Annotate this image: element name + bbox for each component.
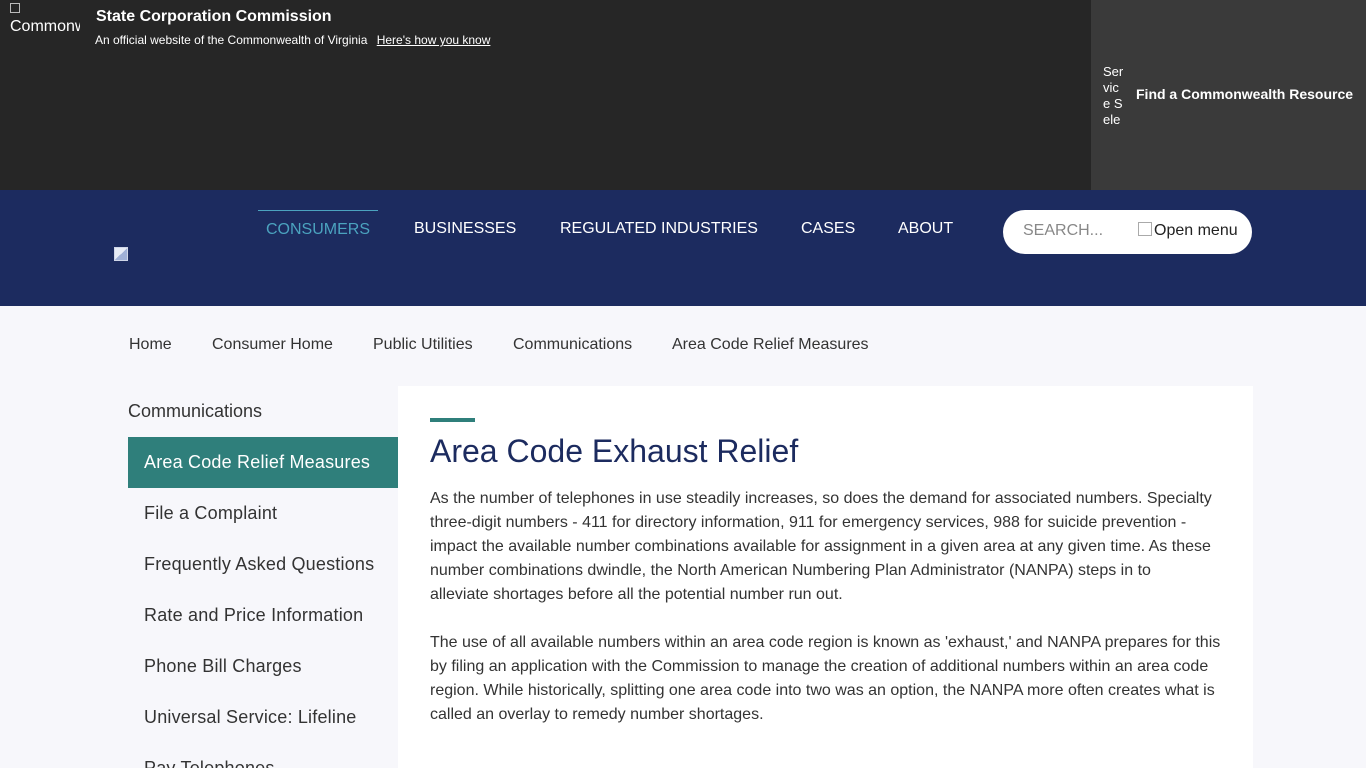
paragraph-line: called an overlay to remedy number short… xyxy=(430,706,764,723)
official-notice: An official website of the Commonwealth … xyxy=(95,33,490,47)
main-navigation: CONSUMERS BUSINESSES REGULATED INDUSTRIE… xyxy=(0,190,1366,306)
sidebar-item-area-code-relief[interactable]: Area Code Relief Measures xyxy=(128,437,398,488)
paragraph-line: As the number of telephones in use stead… xyxy=(430,490,1212,507)
sidebar-item-faq[interactable]: Frequently Asked Questions xyxy=(128,539,398,590)
agency-name: State Corporation Commission xyxy=(96,8,332,25)
nav-regulated-industries[interactable]: REGULATED INDUSTRIES xyxy=(560,210,758,250)
content-card: Area Code Exhaust Relief As the number o… xyxy=(398,386,1253,768)
breadcrumb-home[interactable]: Home xyxy=(129,336,172,354)
title-accent-bar xyxy=(430,418,475,422)
official-notice-text: An official website of the Commonwealth … xyxy=(95,33,368,47)
sidebar-item-lifeline[interactable]: Universal Service: Lifeline xyxy=(128,692,398,743)
nav-about[interactable]: ABOUT xyxy=(898,210,953,250)
search-box: Open menu xyxy=(1003,210,1252,254)
exhaust-paragraph: The use of all available numbers within … xyxy=(430,631,1230,727)
nav-businesses[interactable]: BUSINESSES xyxy=(414,210,516,250)
nav-consumers[interactable]: CONSUMERS xyxy=(258,210,379,250)
service-select-icon: Service Select Icon xyxy=(1103,64,1124,126)
broken-image-icon xyxy=(10,3,20,13)
sidebar-item-phone-bill[interactable]: Phone Bill Charges xyxy=(128,641,398,692)
paragraph-line: impact the available number combinations… xyxy=(430,538,1211,555)
commonwealth-logo-alt: Commonwealth xyxy=(10,18,80,35)
menu-icon xyxy=(1138,222,1152,236)
nav-cases[interactable]: CASES xyxy=(801,210,855,250)
scc-logo[interactable] xyxy=(114,247,130,263)
breadcrumb-public-utilities[interactable]: Public Utilities xyxy=(373,336,473,354)
page-title: Area Code Exhaust Relief xyxy=(430,433,799,469)
open-menu-button[interactable]: Open menu xyxy=(1138,222,1238,240)
official-banner: Commonwealth State Corporation Commissio… xyxy=(0,0,1366,190)
sidebar-item-file-complaint[interactable]: File a Complaint xyxy=(128,488,398,539)
sidebar-item-pay-telephones[interactable]: Pay Telephones xyxy=(128,743,398,768)
search-input[interactable] xyxy=(1023,222,1133,240)
sidebar-item-rate-price[interactable]: Rate and Price Information xyxy=(128,590,398,641)
paragraph-line: region. While historically, splitting on… xyxy=(430,682,1215,699)
breadcrumb-area-code-relief[interactable]: Area Code Relief Measures xyxy=(672,336,869,354)
paragraph-line: by filing an application with the Commis… xyxy=(430,658,1209,675)
paragraph-line: three-digit numbers - 411 for directory … xyxy=(430,514,1187,531)
broken-image-icon xyxy=(114,247,128,261)
commonwealth-logo: Commonwealth xyxy=(10,3,80,39)
resource-panel[interactable]: Service Select Icon Find a Commonwealth … xyxy=(1091,0,1366,190)
paragraph-line: The use of all available numbers within … xyxy=(430,634,1221,651)
breadcrumb-communications[interactable]: Communications xyxy=(513,336,632,354)
breadcrumb-consumer-home[interactable]: Consumer Home xyxy=(212,336,333,354)
how-you-know-link[interactable]: Here's how you know xyxy=(377,33,491,47)
paragraph-line: number combinations dwindle, the North A… xyxy=(430,562,1151,579)
paragraph-line: alleviate shortages before all the poten… xyxy=(430,586,843,603)
open-menu-label: Open menu xyxy=(1154,222,1238,239)
sidebar-title: Communications xyxy=(128,401,263,421)
intro-paragraph: As the number of telephones in use stead… xyxy=(430,487,1230,607)
find-resource-button[interactable]: Find a Commonwealth Resource xyxy=(1136,86,1353,102)
